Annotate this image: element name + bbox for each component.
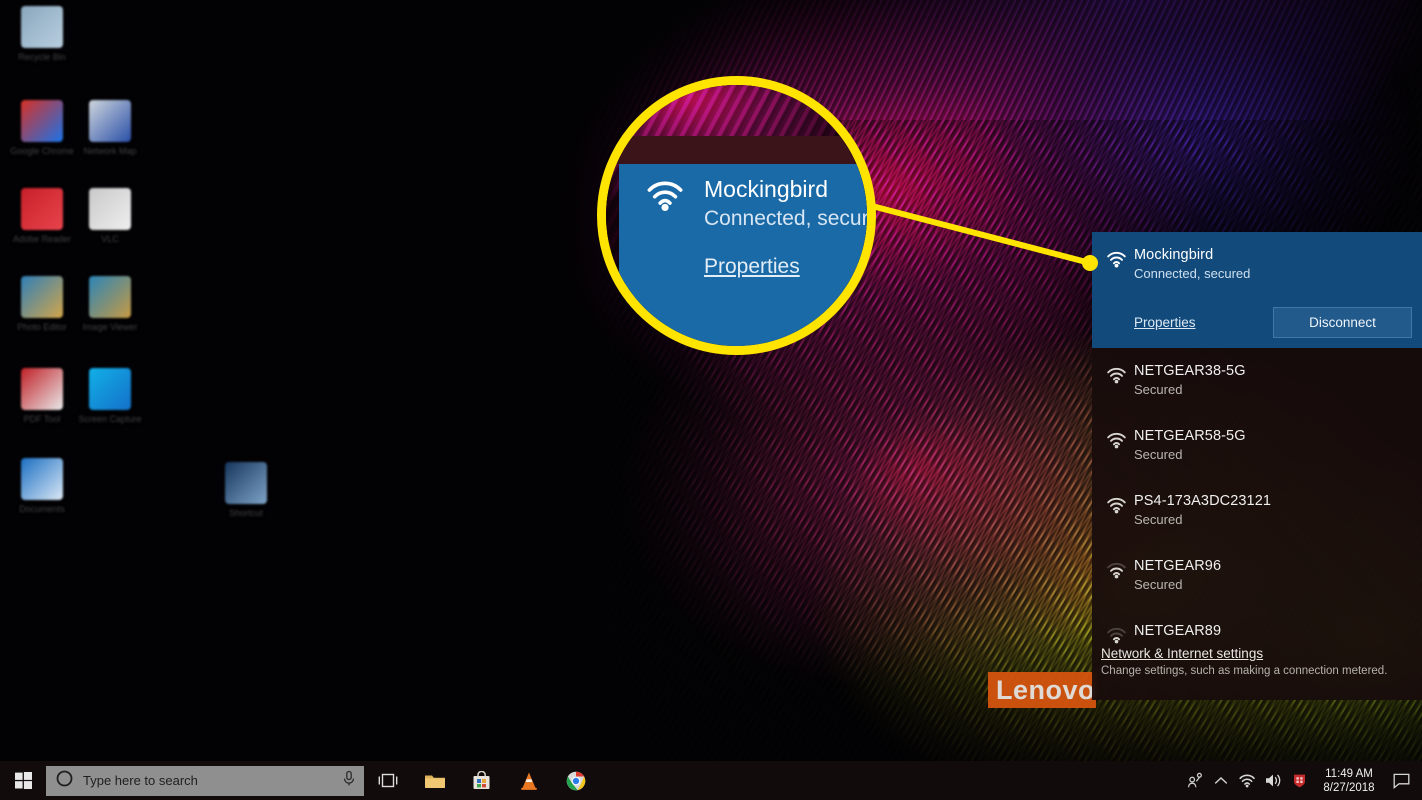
desktop-icon-glyph	[89, 188, 131, 230]
network-ssid: NETGEAR89	[1134, 622, 1422, 641]
magnifier-callout: Mockingbird Connected, secured Propertie…	[597, 76, 876, 355]
disconnect-button[interactable]: Disconnect	[1273, 307, 1412, 338]
action-center-icon[interactable]	[1386, 761, 1416, 800]
desktop-icon[interactable]: PDF Tool	[8, 368, 76, 424]
wifi-icon	[1100, 492, 1134, 514]
taskbar-clock[interactable]: 11:49 AM 8/27/2018	[1312, 767, 1386, 795]
start-button[interactable]	[0, 761, 46, 800]
wifi-icon	[645, 178, 687, 217]
task-view-icon[interactable]	[364, 761, 411, 800]
network-status: Secured	[1134, 446, 1422, 464]
desktop-icon-label: Adobe Reader	[8, 234, 76, 244]
desktop-icon-glyph	[21, 188, 63, 230]
wifi-icon	[1100, 557, 1134, 579]
lenovo-watermark: Lenovo	[988, 672, 1096, 708]
traffic-cone-icon[interactable]	[505, 761, 552, 800]
network-item[interactable]: NETGEAR58-5GSecured	[1092, 413, 1422, 478]
desktop-icon-label: PDF Tool	[8, 414, 76, 424]
network-ssid: NETGEAR38-5G	[1134, 362, 1422, 381]
connected-network-block: Mockingbird Connected, secured Propertie…	[1092, 232, 1422, 348]
search-input[interactable]: Type here to search	[46, 766, 364, 796]
desktop-icon-glyph	[21, 100, 63, 142]
system-tray: 11:49 AM 8/27/2018	[1182, 761, 1422, 800]
network-status: Secured	[1134, 576, 1422, 594]
network-internet-settings-link[interactable]: Network & Internet settings	[1101, 644, 1263, 664]
network-item[interactable]: NETGEAR96Secured	[1092, 543, 1422, 608]
desktop-icon-glyph	[89, 368, 131, 410]
desktop-icon-label: Recycle Bin	[8, 52, 76, 62]
wifi-icon[interactable]	[1234, 761, 1260, 800]
magnified-properties-link[interactable]: Properties	[704, 255, 800, 279]
microphone-icon[interactable]	[342, 770, 356, 792]
clock-time: 11:49 AM	[1312, 767, 1386, 781]
network-ssid: NETGEAR58-5G	[1134, 427, 1422, 446]
desktop-icon[interactable]: Image Viewer	[76, 276, 144, 332]
desktop-icon[interactable]: Google Chrome	[8, 100, 76, 156]
shield-red-icon[interactable]	[1286, 761, 1312, 800]
wifi-icon	[1100, 427, 1134, 449]
taskbar: Type here to search	[0, 761, 1422, 800]
desktop-icon-glyph	[21, 458, 63, 500]
magnified-network-item: Mockingbird Connected, secured Propertie…	[619, 164, 876, 355]
search-placeholder: Type here to search	[83, 773, 342, 788]
network-item[interactable]: NETGEAR89	[1092, 608, 1422, 644]
network-status: Secured	[1134, 511, 1422, 529]
folder-icon[interactable]	[411, 761, 458, 800]
desktop-icon[interactable]: VLC	[76, 188, 144, 244]
wifi-icon	[1100, 362, 1134, 384]
network-ssid: NETGEAR96	[1134, 557, 1422, 576]
lenovo-watermark-text: Lenovo	[988, 675, 1095, 706]
speaker-icon[interactable]	[1260, 761, 1286, 800]
chrome-icon[interactable]	[552, 761, 599, 800]
desktop-icon-label: Screen Capture	[76, 414, 144, 424]
windows-logo-icon	[15, 772, 32, 789]
desktop-icon-glyph	[89, 100, 131, 142]
desktop-icon[interactable]: Screen Capture	[76, 368, 144, 424]
desktop-icon-label: Photo Editor	[8, 322, 76, 332]
desktop-icon-glyph	[225, 462, 267, 504]
network-item-connected[interactable]: Mockingbird Connected, secured	[1092, 232, 1422, 297]
desktop-icon[interactable]: Documents	[8, 458, 76, 514]
chevron-up-icon[interactable]	[1208, 761, 1234, 800]
wifi-icon	[1100, 246, 1134, 268]
cortana-circle-icon	[56, 770, 73, 792]
desktop-icon[interactable]: Recycle Bin	[8, 6, 76, 62]
magnified-ssid: Mockingbird	[704, 176, 828, 203]
desktop-icon[interactable]: Photo Editor	[8, 276, 76, 332]
properties-link[interactable]: Properties	[1134, 315, 1196, 330]
network-item[interactable]: PS4-173A3DC23121Secured	[1092, 478, 1422, 543]
desktop-icon-glyph	[21, 276, 63, 318]
store-icon[interactable]	[458, 761, 505, 800]
desktop-icon-label: Google Chrome	[8, 146, 76, 156]
desktop-screen: Lenovo Recycle Bin Google ChromeNetwork M…	[0, 0, 1422, 800]
people-share-icon[interactable]	[1182, 761, 1208, 800]
available-networks: NETGEAR38-5GSecuredNETGEAR58-5GSecuredPS…	[1092, 348, 1422, 644]
desktop-icon[interactable]: Shortcut	[212, 462, 280, 518]
network-status: Connected, secured	[1134, 265, 1422, 283]
network-ssid: Mockingbird	[1134, 246, 1422, 265]
network-item[interactable]: NETGEAR38-5GSecured	[1092, 348, 1422, 413]
desktop-icon[interactable]: Adobe Reader	[8, 188, 76, 244]
clock-date: 8/27/2018	[1312, 781, 1386, 795]
network-settings-footer: Network & Internet settings Change setti…	[1092, 644, 1422, 684]
desktop-icon-label: VLC	[76, 234, 144, 244]
network-settings-description: Change settings, such as making a connec…	[1101, 664, 1422, 678]
wifi-network-list[interactable]: Mockingbird Connected, secured Propertie…	[1092, 232, 1422, 644]
desktop-icon-label: Documents	[8, 504, 76, 514]
wifi-icon	[1100, 622, 1134, 644]
desktop-icon-glyph	[89, 276, 131, 318]
network-ssid: PS4-173A3DC23121	[1134, 492, 1422, 511]
desktop-icon-label: Shortcut	[212, 508, 280, 518]
desktop-icon[interactable]: Network Map	[76, 100, 144, 156]
magnified-status: Connected, secured	[704, 207, 876, 231]
desktop-icon-label: Image Viewer	[76, 322, 144, 332]
wifi-network-flyout: Mockingbird Connected, secured Propertie…	[1092, 232, 1422, 700]
desktop-icon-label: Network Map	[76, 146, 144, 156]
desktop-icon-glyph	[21, 368, 63, 410]
network-status: Secured	[1134, 381, 1422, 399]
desktop-icon-glyph	[21, 6, 63, 48]
